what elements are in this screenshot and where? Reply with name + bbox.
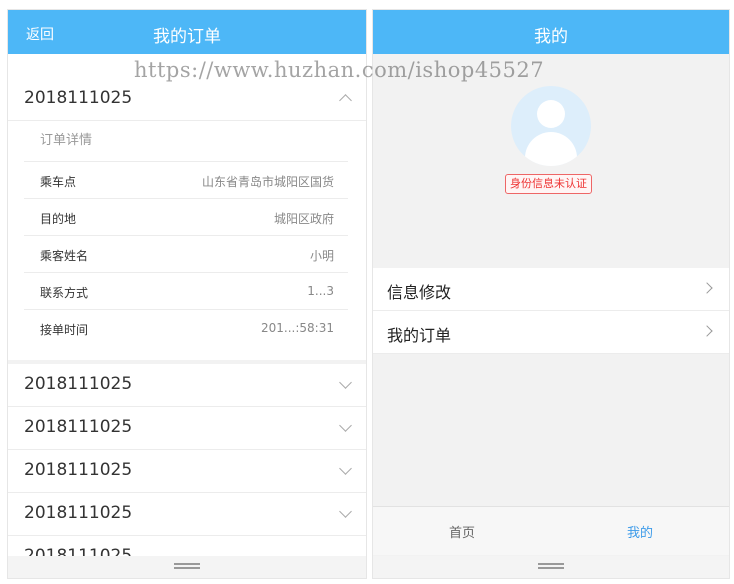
orders-screen: 返回 我的订单 2018111025 订单详情 乘车点 山东省青岛市城阳区国货 …: [7, 9, 367, 579]
tab-home[interactable]: 首页: [449, 522, 475, 541]
detail-value: 城阳区政府: [273, 212, 334, 226]
chevron-right-icon: [701, 282, 713, 294]
detail-key: 目的地: [40, 212, 77, 226]
detail-value: 小明: [309, 249, 334, 263]
detail-row-destination: 目的地 城阳区政府: [24, 198, 348, 235]
order-item[interactable]: 2018111025: [8, 493, 366, 536]
order-id: 2018111025: [24, 503, 133, 523]
profile-card: 身份信息未认证: [373, 54, 729, 268]
detail-key: 接单时间: [40, 323, 89, 337]
detail-value: 山东省青岛市城阳区国货: [201, 175, 334, 189]
chevron-down-icon: [339, 505, 352, 518]
bottom-tab-bar: 首页 我的: [373, 506, 729, 555]
detail-key: 联系方式: [40, 286, 89, 300]
menu-item-my-orders[interactable]: 我的订单: [373, 311, 729, 354]
user-avatar-body: [525, 132, 577, 166]
detail-row-accept-time: 接单时间 201...:58:31: [24, 309, 348, 346]
chevron-up-icon: [339, 94, 352, 107]
chevron-right-icon: [701, 325, 713, 337]
detail-key: 乘客姓名: [40, 249, 89, 263]
order-item-expanded[interactable]: 2018111025: [8, 78, 366, 121]
order-id: 2018111025: [24, 374, 133, 394]
order-detail-title: 订单详情: [24, 120, 348, 161]
drag-handle-icon: [538, 563, 564, 569]
order-id: 2018111025: [24, 88, 133, 108]
tab-mine[interactable]: 我的: [627, 522, 653, 541]
order-item[interactable]: 2018111025: [8, 407, 366, 450]
drag-handle-icon: [174, 563, 200, 569]
user-avatar-icon: [537, 100, 565, 128]
menu-item-label: 我的订单: [387, 326, 452, 345]
orders-header: 返回 我的订单: [8, 10, 366, 54]
profile-header: 我的: [373, 10, 729, 54]
chevron-down-icon: [339, 462, 352, 475]
detail-row-passenger: 乘客姓名 小明: [24, 235, 348, 272]
chevron-down-icon: [339, 376, 352, 389]
detail-row-pickup: 乘车点 山东省青岛市城阳区国货: [24, 161, 348, 198]
detail-key: 乘车点: [40, 175, 77, 189]
auth-status-badge[interactable]: 身份信息未认证: [505, 174, 592, 194]
order-item[interactable]: 2018111025: [8, 364, 366, 407]
detail-value: 201...:58:31: [261, 321, 334, 335]
profile-menu: 信息修改 我的订单: [373, 268, 729, 354]
order-item[interactable]: 2018111025: [8, 450, 366, 493]
detail-row-contact: 联系方式 1...3: [24, 272, 348, 309]
page-title: 我的: [534, 27, 568, 47]
chevron-down-icon: [339, 419, 352, 432]
avatar[interactable]: [511, 86, 591, 166]
profile-screen: 我的 身份信息未认证 信息修改 我的订单 首页 我的: [372, 9, 730, 579]
order-id: 2018111025: [24, 417, 133, 437]
menu-item-label: 信息修改: [387, 283, 452, 302]
order-id: 2018111025: [24, 460, 133, 480]
order-detail-panel: 订单详情 乘车点 山东省青岛市城阳区国货 目的地 城阳区政府 乘客姓名 小明 联…: [24, 120, 348, 346]
detail-value: 1...3: [307, 284, 334, 298]
page-title: 我的订单: [153, 27, 221, 47]
drag-handle[interactable]: [8, 556, 366, 578]
drag-handle[interactable]: [373, 556, 729, 578]
menu-item-edit-info[interactable]: 信息修改: [373, 268, 729, 311]
